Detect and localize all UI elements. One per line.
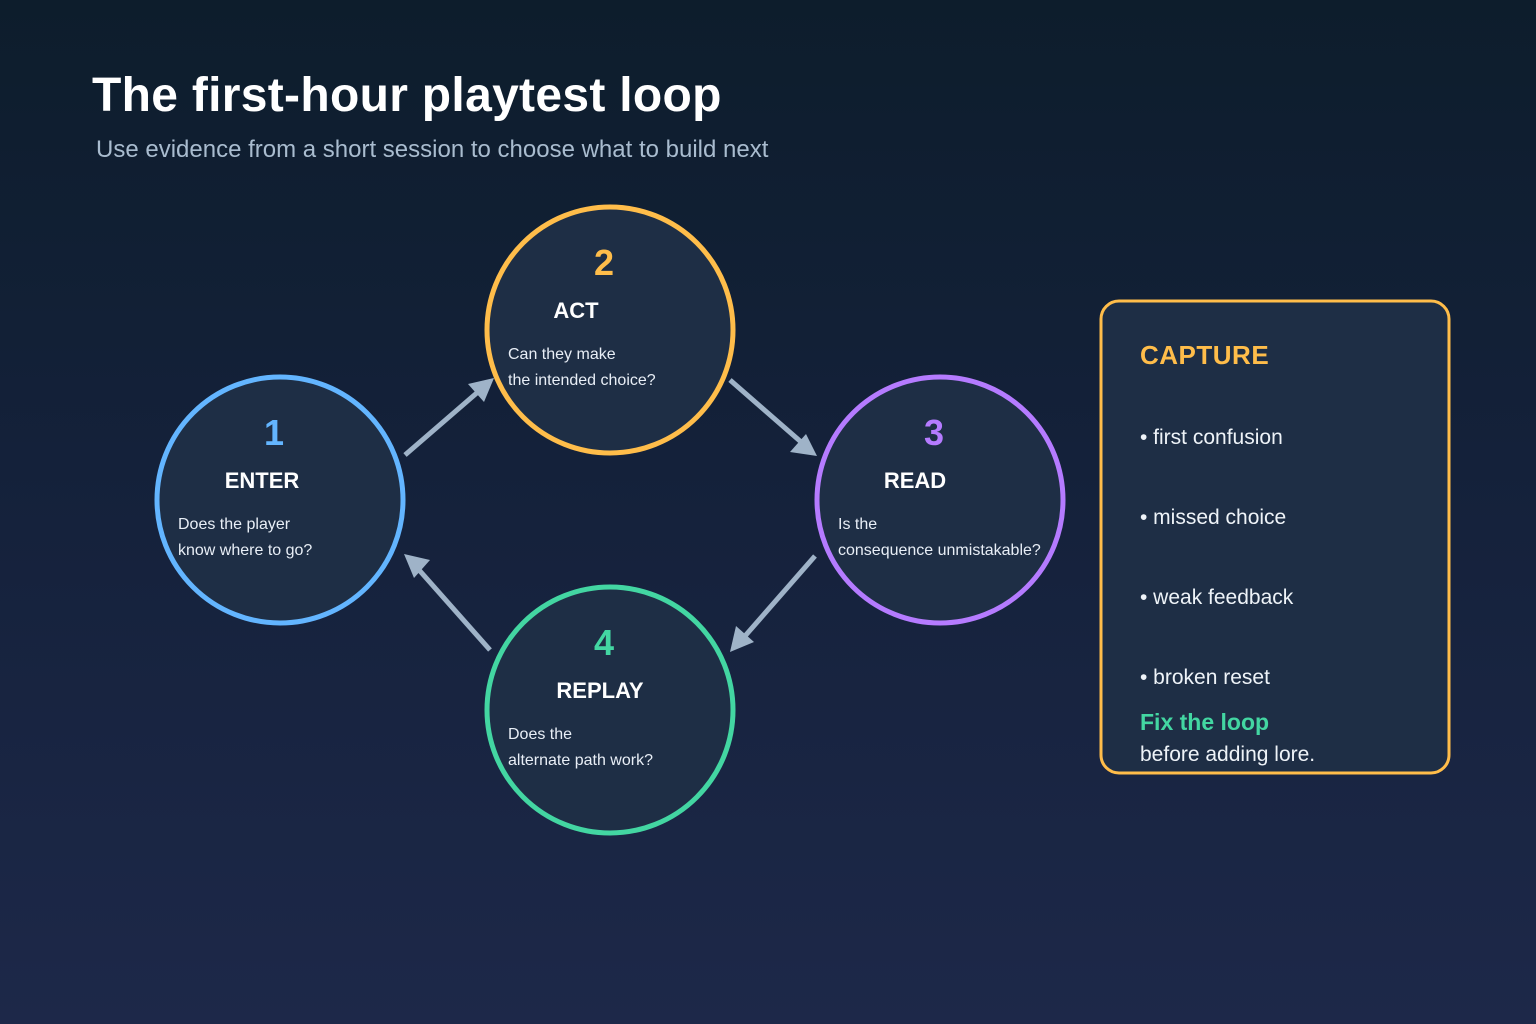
node-replay-question-line2: alternate path work? xyxy=(508,752,653,769)
arrow-replay-to-enter xyxy=(410,560,492,652)
node-replay-question-line1: Does the xyxy=(508,726,572,743)
arrow-act-to-read xyxy=(728,378,810,450)
node-enter-question-line2: know where to go? xyxy=(178,542,312,559)
node-act-question-line2: the intended choice? xyxy=(508,372,656,389)
capture-card: CAPTURE • first confusion • missed choic… xyxy=(1099,299,1451,775)
node-read-number: 3 xyxy=(924,412,944,453)
node-enter-number: 1 xyxy=(264,412,284,453)
node-read: 3 READ Is the consequence unmistakable? xyxy=(814,374,1066,626)
node-read-question-line1: Is the xyxy=(838,516,877,533)
node-replay: 4 REPLAY Does the alternate path work? xyxy=(484,584,736,836)
arrow-read-to-replay xyxy=(736,554,817,646)
capture-item: • missed choice xyxy=(1140,506,1286,529)
node-enter-question-line1: Does the player xyxy=(178,516,291,533)
capture-item: • first confusion xyxy=(1140,426,1283,449)
node-read-question-line2: consequence unmistakable? xyxy=(838,542,1041,559)
capture-footer-text: before adding lore. xyxy=(1140,743,1315,766)
node-enter-label: ENTER xyxy=(225,468,300,493)
node-replay-number: 4 xyxy=(594,622,614,663)
arrow-enter-to-act xyxy=(403,383,488,457)
node-enter: 1 ENTER Does the player know where to go… xyxy=(154,374,406,626)
capture-item: • weak feedback xyxy=(1140,586,1294,609)
node-act-question-line1: Can they make xyxy=(508,346,616,363)
node-act-label: ACT xyxy=(553,298,599,323)
node-replay-label: REPLAY xyxy=(556,678,644,703)
node-act-number: 2 xyxy=(594,242,614,283)
playtest-loop-diagram: 1 ENTER Does the player know where to go… xyxy=(154,204,1451,836)
capture-card-title: CAPTURE xyxy=(1140,340,1269,370)
node-read-label: READ xyxy=(884,468,946,493)
capture-item: • broken reset xyxy=(1140,666,1270,689)
capture-card-frame xyxy=(1099,299,1451,775)
node-act: 2 ACT Can they make the intended choice? xyxy=(484,204,736,456)
capture-footer-strong: Fix the loop xyxy=(1140,709,1269,735)
